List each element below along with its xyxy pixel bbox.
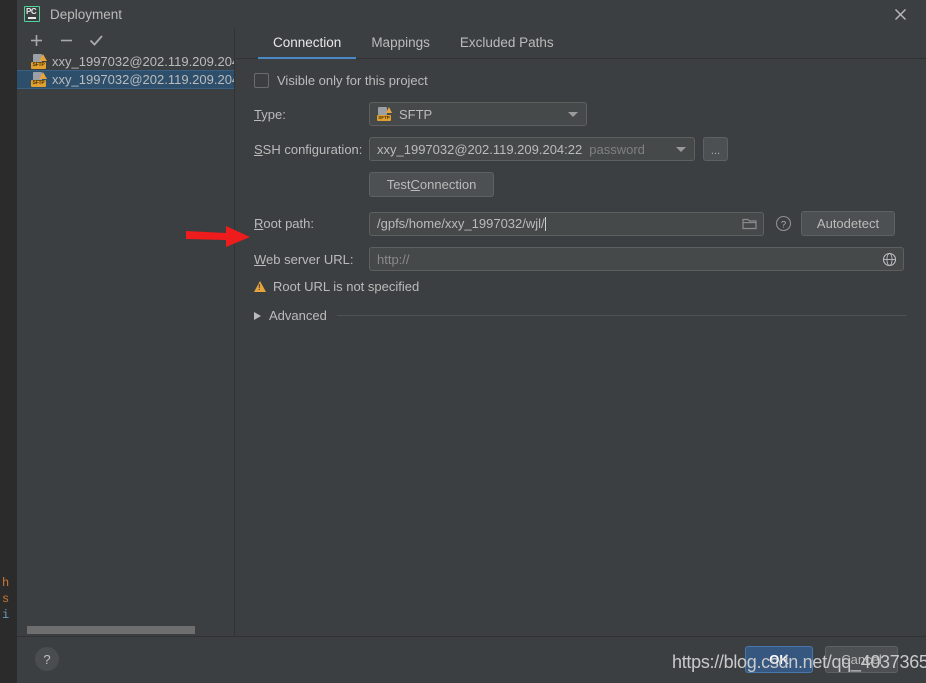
sftp-icon: SFTP — [31, 72, 47, 87]
editor-background: h s i — [0, 0, 16, 683]
ssh-configuration-select[interactable]: xxy_1997032@202.119.209.204:22 password — [369, 137, 695, 161]
warning-triangle-icon — [254, 281, 266, 292]
list-item[interactable]: SFTP xxy_1997032@202.119.209.204:2 — [17, 52, 234, 70]
sftp-badge: SFTP — [377, 115, 391, 121]
section-divider — [336, 315, 906, 316]
test-connection-row: Test Connection — [236, 172, 926, 197]
connection-settings-panel: Connection Mappings Excluded Paths Visib… — [236, 28, 926, 637]
web-server-url-input[interactable]: http:// — [369, 247, 904, 271]
warning-row: Root URL is not specified — [236, 279, 926, 294]
visible-only-row: Visible only for this project — [236, 73, 926, 88]
scrollbar-thumb[interactable] — [27, 626, 195, 634]
type-value: SFTP — [399, 106, 433, 122]
ssh-auth-type: password — [589, 141, 645, 157]
type-label: Type: — [254, 106, 286, 122]
globe-icon[interactable] — [878, 250, 900, 268]
list-item-label: xxy_1997032@202.119.209.204:2 — [52, 53, 234, 69]
text-caret — [544, 216, 546, 231]
tab-bar: Connection Mappings Excluded Paths — [236, 28, 926, 59]
chevron-down-icon — [676, 147, 686, 152]
root-path-input[interactable]: /gpfs/home/xxy_1997032/wjl/ — [369, 211, 764, 236]
server-list[interactable]: SFTP xxy_1997032@202.119.209.204:2 SFTP … — [17, 52, 234, 621]
sftp-badge: SFTP — [31, 80, 46, 87]
editor-char-h: h — [2, 576, 10, 590]
connection-form: Visible only for this project Type: SFTP… — [236, 59, 926, 323]
ssh-configuration-row: SSH configuration: xxy_1997032@202.119.2… — [236, 137, 926, 161]
question-mark-icon[interactable]: ? — [771, 212, 795, 236]
ssh-configuration-label: SSH configuration: — [254, 141, 363, 157]
root-path-value: /gpfs/home/xxy_1997032/wjl/ — [377, 216, 545, 231]
editor-char-i: i — [2, 608, 10, 622]
tab-excluded-paths[interactable]: Excluded Paths — [445, 35, 569, 58]
set-default-server-button[interactable] — [83, 29, 109, 51]
ssh-configuration-value: xxy_1997032@202.119.209.204:22 — [377, 141, 583, 157]
type-select[interactable]: SFTP SFTP — [369, 102, 587, 126]
type-row: Type: SFTP SFTP — [236, 102, 926, 126]
web-server-url-label: Web server URL: — [254, 251, 354, 267]
list-item[interactable]: SFTP xxy_1997032@202.119.209.204:2 — [17, 70, 234, 89]
dialog-title: Deployment — [50, 6, 123, 22]
remove-server-button[interactable] — [53, 29, 79, 51]
visible-only-checkbox[interactable] — [254, 73, 269, 88]
sftp-icon: SFTP — [377, 107, 392, 121]
svg-text:?: ? — [780, 219, 785, 230]
list-item-label: xxy_1997032@202.119.209.204:2 — [52, 72, 234, 87]
test-connection-button[interactable]: Test Connection — [369, 172, 494, 197]
web-server-url-row: Web server URL: http:// — [236, 247, 926, 271]
advanced-label: Advanced — [269, 308, 327, 323]
folder-icon[interactable] — [738, 215, 760, 233]
warning-text: Root URL is not specified — [273, 279, 420, 294]
sftp-badge: SFTP — [31, 61, 46, 69]
chevron-down-icon — [568, 112, 578, 117]
tab-connection[interactable]: Connection — [258, 35, 357, 59]
watermark-text: https://blog.csdn.net/qq_40373651 — [672, 652, 926, 672]
triangle-right-icon[interactable] — [254, 311, 261, 320]
root-path-label: Root path: — [254, 216, 314, 231]
editor-char-s: s — [2, 592, 10, 606]
tab-mappings[interactable]: Mappings — [356, 35, 445, 58]
visible-only-label: Visible only for this project — [277, 73, 428, 88]
sftp-icon: SFTP — [31, 53, 47, 69]
horizontal-scrollbar[interactable] — [17, 623, 234, 637]
root-path-row: Root path: /gpfs/home/xxy_1997032/wjl/ ? — [236, 211, 926, 236]
autodetect-button[interactable]: Autodetect — [801, 211, 895, 236]
server-list-toolbar — [17, 28, 234, 52]
add-server-button[interactable] — [23, 29, 49, 51]
help-button[interactable]: ? — [35, 647, 59, 671]
server-list-panel: SFTP xxy_1997032@202.119.209.204:2 SFTP … — [17, 28, 235, 637]
web-server-url-value: http:// — [377, 251, 410, 267]
close-icon[interactable] — [880, 0, 920, 28]
pycharm-icon: PC — [24, 6, 40, 22]
deployment-dialog: PC Deployment SFTP xxy_1997032@202.119.2… — [16, 0, 926, 683]
advanced-section-header[interactable]: Advanced — [236, 308, 926, 323]
ssh-configuration-browse-button[interactable]: ... — [703, 137, 728, 161]
dialog-titlebar: PC Deployment — [17, 0, 926, 28]
